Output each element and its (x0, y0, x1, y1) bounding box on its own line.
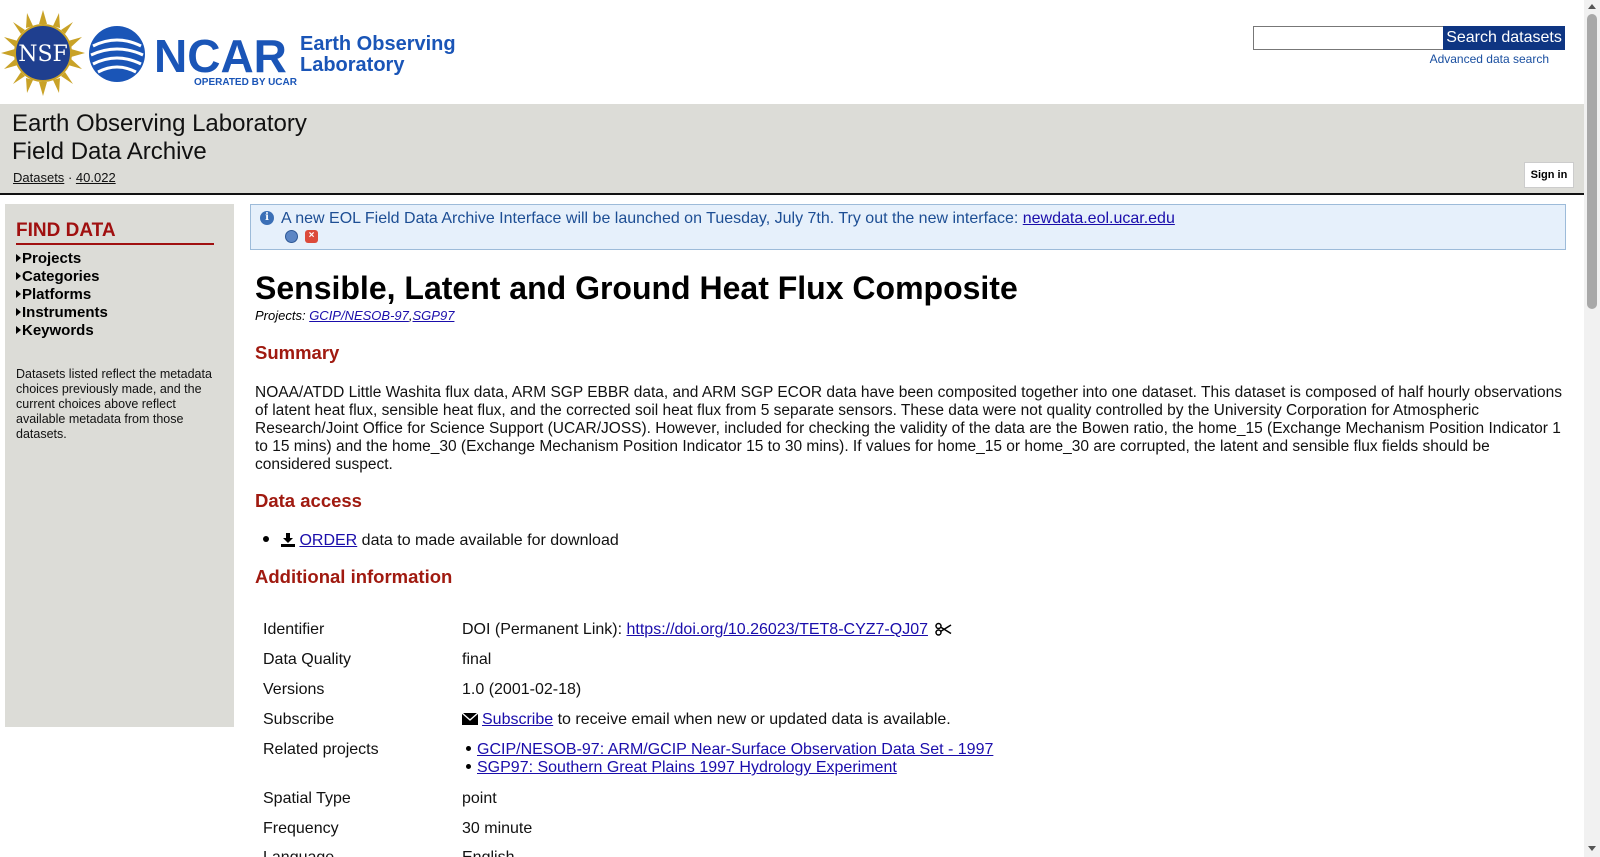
announcement-banner: i A new EOL Field Data Archive Interface… (250, 204, 1566, 250)
spatial-type-value: point (462, 790, 497, 807)
expand-triangle-icon (16, 290, 21, 298)
page-scrollbar[interactable] (1584, 0, 1600, 857)
order-link[interactable]: ORDER (299, 532, 357, 549)
nsf-logo[interactable]: NSF (1, 10, 85, 96)
ncar-logo[interactable]: NCAR Earth Observing Laboratory OPERATED… (88, 22, 468, 92)
quality-value: final (462, 651, 492, 668)
eol-logo-line1: Earth Observing (300, 33, 456, 55)
breadcrumb-separator: · (67, 170, 73, 185)
search-input[interactable] (1253, 26, 1444, 50)
dataset-projects: Projects: GCIP/NESOB-97,SGP97 (255, 308, 455, 323)
list-bullet (466, 764, 471, 769)
search-datasets-button[interactable]: Search datasets (1443, 26, 1565, 50)
sidebar-item-projects[interactable]: Projects (16, 250, 108, 268)
spatial-type-label: Spatial Type (263, 790, 351, 807)
expand-triangle-icon (16, 272, 21, 280)
versions-label: Versions (263, 681, 325, 698)
frequency-label: Frequency (263, 820, 339, 837)
find-data-sidebar: FIND DATA Projects Categories Platforms … (5, 204, 234, 727)
advanced-search-link[interactable]: Advanced data search (1430, 52, 1549, 66)
ucar-operated-text: OPERATED BY UCAR (194, 77, 298, 88)
sidebar-item-label: Platforms (22, 286, 92, 303)
related-project-link-gcip[interactable]: GCIP/NESOB-97: ARM/GCIP Near-Surface Obs… (477, 741, 993, 758)
ncar-logo-text: NCAR (154, 30, 287, 82)
scroll-down-arrow-icon[interactable] (1588, 846, 1596, 851)
eol-logo-line2: Laboratory (300, 54, 405, 76)
doi-link[interactable]: https://doi.org/10.26023/TET8-CYZ7-QJ07 (627, 621, 928, 638)
list-item: SGP97: Southern Great Plains 1997 Hydrol… (462, 759, 993, 777)
expand-triangle-icon (16, 254, 21, 262)
related-projects-label: Related projects (263, 741, 379, 758)
order-item: ORDER data to made available for downloa… (263, 532, 619, 550)
project-link-sgp97[interactable]: SGP97 (413, 308, 455, 323)
sidebar-item-label: Projects (22, 250, 82, 267)
sidebar-note: Datasets listed reflect the metadata cho… (16, 367, 212, 441)
list-bullet (466, 746, 471, 751)
doi-prefix: DOI (Permanent Link): (462, 621, 627, 638)
nsf-logo-text: NSF (18, 42, 68, 67)
sidebar-item-platforms[interactable]: Platforms (16, 286, 108, 304)
subscribe-text: to receive email when new or updated dat… (553, 711, 951, 728)
project-link-gcip[interactable]: GCIP/NESOB-97 (309, 308, 409, 323)
data-access-heading: Data access (255, 490, 362, 511)
close-announcement-icon[interactable]: × (305, 230, 318, 243)
sidebar-item-label: Categories (22, 268, 100, 285)
new-interface-link[interactable]: newdata.eol.ucar.edu (1023, 210, 1175, 227)
summary-text: NOAA/ATDD Little Washita flux data, ARM … (255, 384, 1562, 473)
versions-value: 1.0 (2001-02-18) (462, 681, 582, 698)
sign-in-button[interactable]: Sign in (1524, 162, 1574, 188)
identifier-value: DOI (Permanent Link): https://doi.org/10… (462, 621, 952, 639)
scissors-icon[interactable] (935, 622, 952, 636)
sidebar-title: FIND DATA (16, 220, 214, 245)
expand-triangle-icon (16, 308, 21, 316)
list-bullet (263, 536, 269, 542)
breadcrumb-dataset-id[interactable]: 40.022 (76, 170, 116, 185)
related-projects-list: GCIP/NESOB-97: ARM/GCIP Near-Surface Obs… (462, 741, 993, 777)
sidebar-item-label: Keywords (22, 322, 94, 339)
info-icon: i (260, 211, 274, 225)
announcement-message: A new EOL Field Data Archive Interface w… (281, 210, 1023, 227)
quality-label: Data Quality (263, 651, 352, 668)
title-band: Earth Observing Laboratory Field Data Ar… (0, 104, 1584, 195)
scroll-up-arrow-icon[interactable] (1588, 4, 1596, 9)
breadcrumb-datasets[interactable]: Datasets (13, 170, 64, 185)
subscribe-label: Subscribe (263, 711, 335, 728)
projects-label: Projects: (255, 308, 310, 323)
site-title-line1: Earth Observing Laboratory (12, 110, 307, 137)
download-icon (281, 533, 296, 547)
scrollbar-thumb[interactable] (1587, 14, 1597, 309)
language-label: Language (263, 849, 334, 857)
site-header: NSF NCAR Earth Observing Laboratory OPER… (0, 0, 1584, 104)
sidebar-item-label: Instruments (22, 304, 108, 321)
envelope-icon (461, 712, 479, 725)
sidebar-facets: Projects Categories Platforms Instrument… (16, 250, 108, 340)
summary-heading: Summary (255, 342, 340, 363)
sidebar-item-keywords[interactable]: Keywords (16, 322, 108, 340)
language-value: English (462, 849, 514, 857)
breadcrumb: Datasets · 40.022 (13, 170, 116, 185)
additional-info-heading: Additional information (255, 566, 453, 587)
sidebar-item-categories[interactable]: Categories (16, 268, 108, 286)
site-title-line2: Field Data Archive (12, 138, 207, 165)
order-text: data to made available for download (357, 532, 619, 549)
dataset-title: Sensible, Latent and Ground Heat Flux Co… (255, 270, 1018, 306)
announcement-text: A new EOL Field Data Archive Interface w… (281, 210, 1175, 228)
sidebar-item-instruments[interactable]: Instruments (16, 304, 108, 322)
expand-triangle-icon (16, 326, 21, 334)
related-projects-value: GCIP/NESOB-97: ARM/GCIP Near-Surface Obs… (462, 741, 993, 777)
subscribe-value: Subscribe to receive email when new or u… (461, 711, 951, 729)
subscribe-link[interactable]: Subscribe (482, 711, 553, 728)
list-item: GCIP/NESOB-97: ARM/GCIP Near-Surface Obs… (462, 741, 993, 759)
identifier-label: Identifier (263, 621, 325, 638)
frequency-value: 30 minute (462, 820, 533, 837)
related-project-link-sgp97[interactable]: SGP97: Southern Great Plains 1997 Hydrol… (477, 759, 897, 776)
expand-announcement-icon[interactable] (285, 230, 298, 243)
